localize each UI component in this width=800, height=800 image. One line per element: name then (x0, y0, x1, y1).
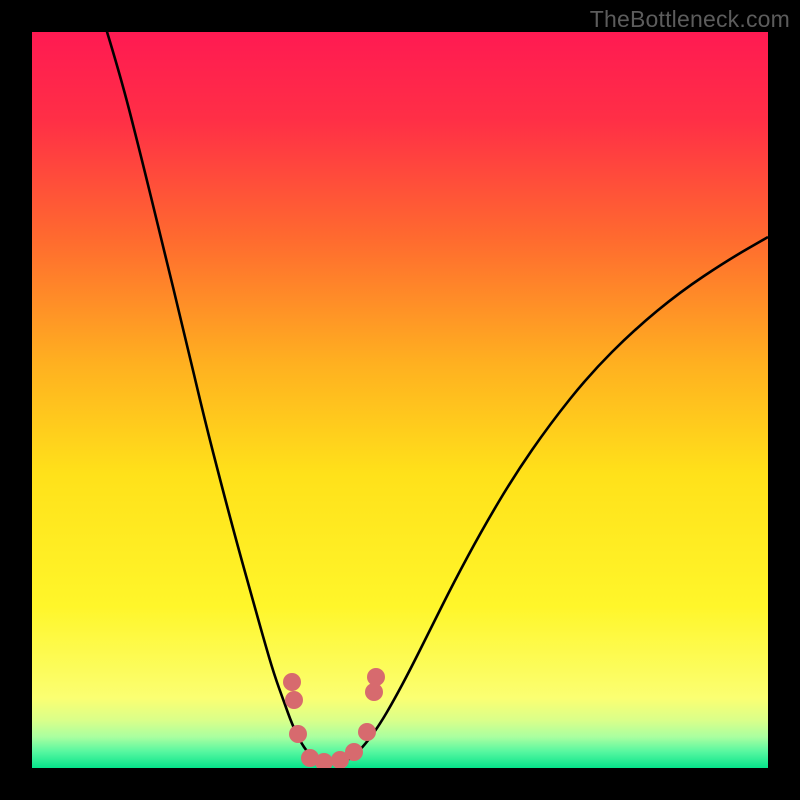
data-dot (345, 743, 363, 761)
bottleneck-chart (32, 32, 768, 768)
data-dot (367, 668, 385, 686)
chart-frame (32, 32, 768, 768)
data-dot (358, 723, 376, 741)
data-dot (285, 691, 303, 709)
chart-background (32, 32, 768, 768)
data-dot (289, 725, 307, 743)
data-dot (283, 673, 301, 691)
watermark-text: TheBottleneck.com (590, 6, 790, 33)
